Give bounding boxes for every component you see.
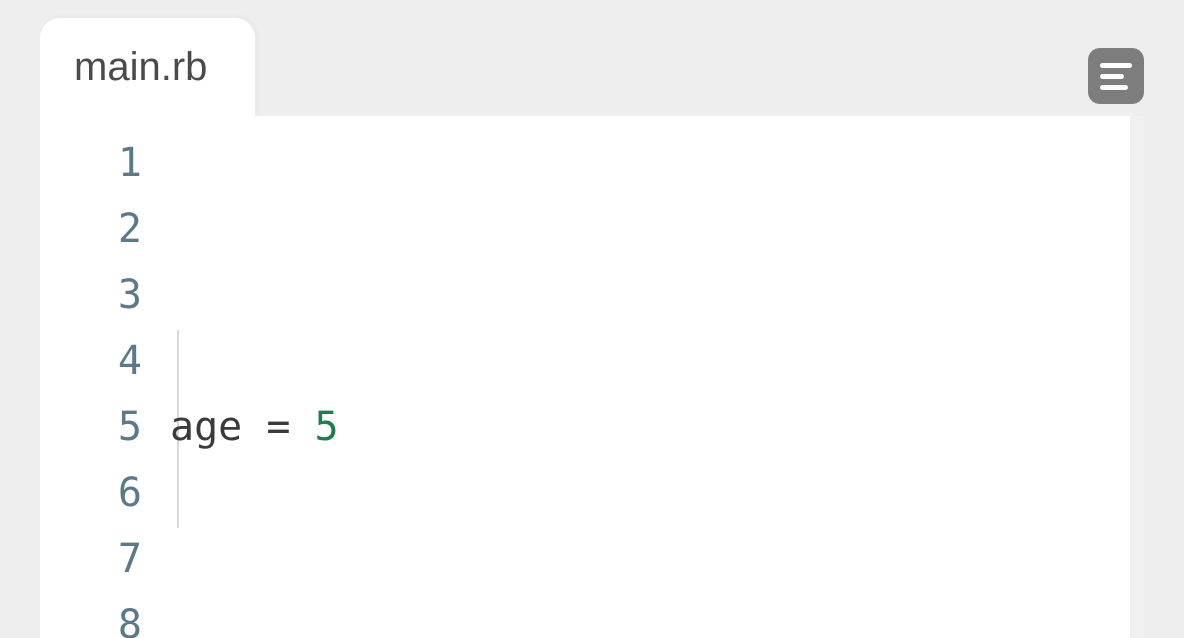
line-number: 1 [80,130,142,196]
line-number: 2 [80,196,142,262]
menu-bar [1100,63,1132,68]
menu-icon[interactable] [1088,48,1144,104]
line-number: 6 [80,460,142,526]
editor-page: main.rb 1 2 3 4 5 6 7 8 age = 5 if age %… [0,0,1184,638]
file-tab-label: main.rb [74,45,207,90]
file-tab[interactable]: main.rb [40,18,255,116]
number-token: 5 [315,404,339,450]
line-number: 4 [80,328,142,394]
line-number: 8 [80,592,142,638]
code-area: 1 2 3 4 5 6 7 8 age = 5 if age % 2 == 0 … [40,116,1144,638]
operator-token: = [266,404,290,450]
code-line: age = 5 [170,394,1144,460]
vertical-scrollbar[interactable] [1130,116,1144,638]
menu-bar [1100,74,1124,79]
line-number: 3 [80,262,142,328]
line-number-gutter: 1 2 3 4 5 6 7 8 [40,130,170,638]
line-number: 5 [80,394,142,460]
identifier-token: age [170,404,242,450]
menu-bar [1100,85,1128,90]
line-number: 7 [80,526,142,592]
code-editor[interactable]: 1 2 3 4 5 6 7 8 age = 5 if age % 2 == 0 … [40,116,1144,638]
code-content[interactable]: age = 5 if age % 2 == 0 print "age is ev… [170,130,1144,638]
